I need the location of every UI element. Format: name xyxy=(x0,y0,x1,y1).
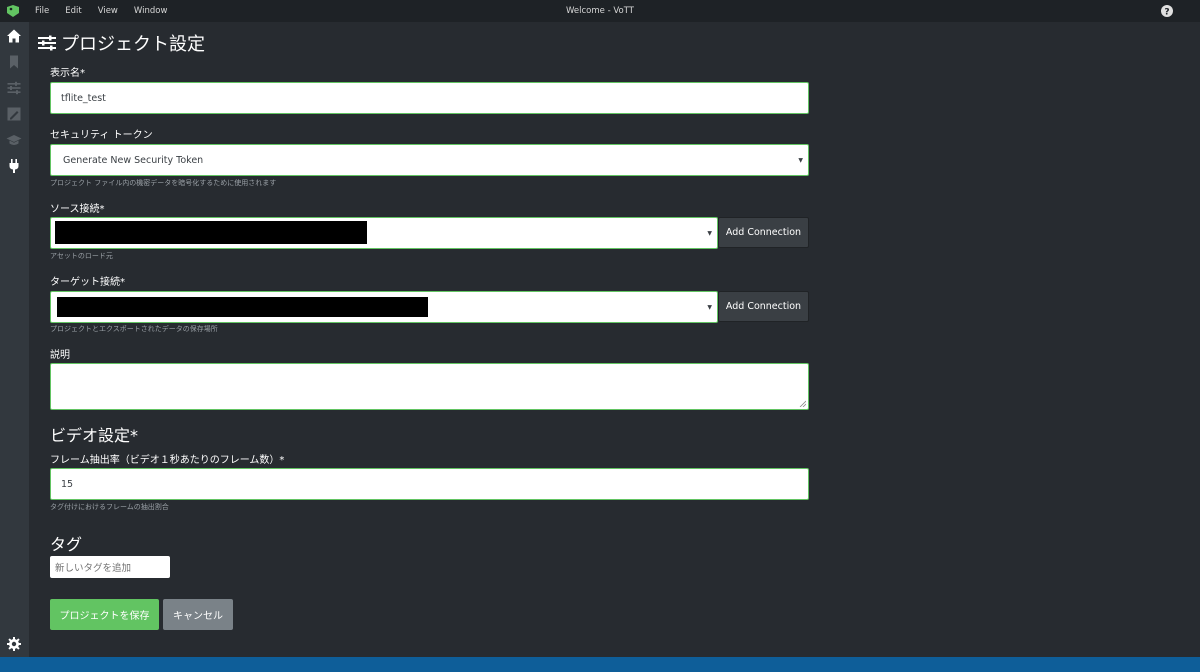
help-icon[interactable]: ? xyxy=(1160,4,1174,18)
graduation-cap-icon[interactable] xyxy=(6,132,22,148)
chevron-down-icon: ▼ xyxy=(707,229,712,237)
new-tag-input[interactable]: 新しいタグを追加 xyxy=(50,556,170,578)
description-label: 説明 xyxy=(50,350,70,361)
target-connection-help: プロジェクトとエクスポートされたデータの保存場所 xyxy=(50,325,218,333)
description-textarea[interactable] xyxy=(50,363,809,410)
display-name-input[interactable]: tflite_test xyxy=(50,82,809,114)
page-title: プロジェクト設定 xyxy=(61,34,205,55)
gear-icon[interactable] xyxy=(6,636,22,652)
source-connection-select[interactable]: ▼ xyxy=(50,217,718,249)
security-token-select[interactable]: Generate New Security Token ▼ xyxy=(50,144,809,176)
title-bar: File Edit View Window Welcome - VoTT ? xyxy=(0,0,1200,22)
bookmark-icon[interactable] xyxy=(6,54,22,70)
video-settings-title: ビデオ設定* xyxy=(50,426,139,445)
tags-title: タグ xyxy=(50,535,83,554)
page-header: プロジェクト設定 xyxy=(38,31,205,55)
sliders-icon[interactable] xyxy=(6,80,22,96)
cancel-button[interactable]: キャンセル xyxy=(163,599,233,630)
plug-icon[interactable] xyxy=(6,158,22,174)
target-connection-select[interactable]: ▼ xyxy=(50,291,718,323)
display-name-value: tflite_test xyxy=(61,92,106,104)
menu-view[interactable]: View xyxy=(98,6,118,16)
source-connection-help: アセットのロード元 xyxy=(50,252,113,260)
save-project-button[interactable]: プロジェクトを保存 xyxy=(50,599,159,630)
vott-logo-icon xyxy=(6,4,20,18)
sidebar xyxy=(0,22,29,657)
menu-bar: File Edit View Window xyxy=(35,0,183,22)
home-icon[interactable] xyxy=(6,28,22,44)
redacted-value xyxy=(57,297,428,317)
frame-rate-help: タグ付けにおけるフレームの抽出割合 xyxy=(50,503,169,511)
frame-rate-label: フレーム抽出率（ビデオ１秒あたりのフレーム数）* xyxy=(50,455,285,466)
source-connection-label: ソース接続* xyxy=(50,204,105,215)
resize-grip-icon[interactable] xyxy=(799,400,806,407)
svg-text:?: ? xyxy=(1164,8,1169,18)
menu-edit[interactable]: Edit xyxy=(65,6,81,16)
add-source-connection-button[interactable]: Add Connection xyxy=(718,217,809,248)
frame-rate-input[interactable]: 15 xyxy=(50,468,809,500)
add-target-connection-button[interactable]: Add Connection xyxy=(718,291,809,322)
target-connection-label: ターゲット接続* xyxy=(50,277,125,288)
security-token-label: セキュリティ トークン xyxy=(50,130,153,141)
security-token-selected: Generate New Security Token xyxy=(63,154,204,166)
edit-image-icon[interactable] xyxy=(6,106,22,122)
frame-rate-value: 15 xyxy=(61,478,74,490)
security-token-help: プロジェクト ファイル内の機密データを暗号化するために使用されます xyxy=(50,179,277,187)
sliders-icon xyxy=(38,35,56,51)
redacted-value xyxy=(55,221,367,244)
menu-file[interactable]: File xyxy=(35,6,49,16)
chevron-down-icon: ▼ xyxy=(707,303,712,311)
display-name-label: 表示名* xyxy=(50,68,85,79)
status-bar xyxy=(0,657,1200,672)
window-control-button[interactable] xyxy=(1180,0,1200,22)
chevron-down-icon: ▼ xyxy=(798,156,803,164)
menu-window[interactable]: Window xyxy=(134,6,168,16)
